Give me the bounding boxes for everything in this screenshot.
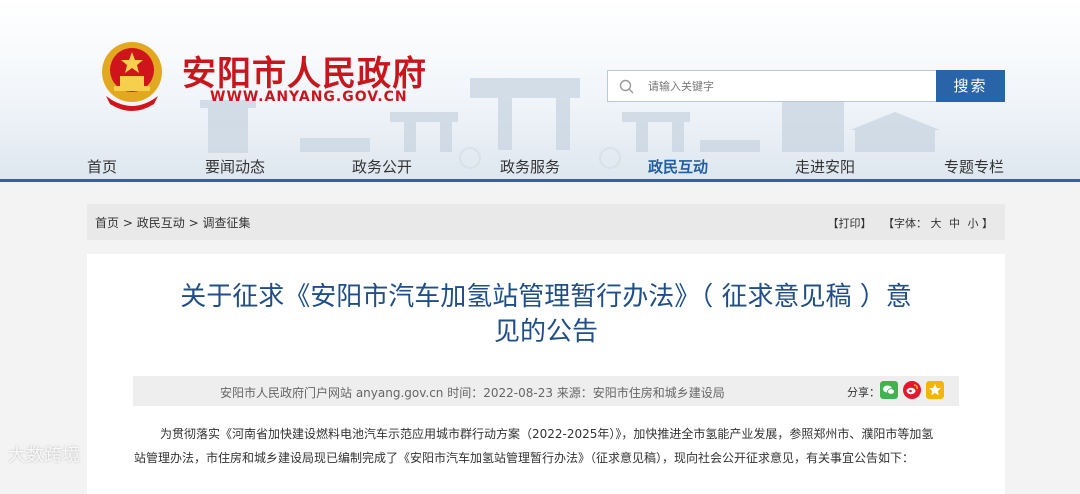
nav-government-services[interactable]: 政务服务 (500, 156, 560, 177)
article-body-line1: 为贯彻落实《河南省加快建设燃料电池汽车示范应用城市群行动方案（2022-2025… (160, 427, 934, 441)
site-url: WWW.ANYANG.GOV.CN (210, 89, 408, 105)
font-size-close: 】 (982, 217, 993, 230)
qzone-icon[interactable] (926, 381, 944, 399)
breadcrumb-public-interaction[interactable]: 政民互动 (137, 214, 185, 231)
print-button[interactable]: 【打印】 (828, 215, 872, 231)
wechat-icon[interactable] (880, 381, 898, 399)
site-title: 安阳市人民政府 (182, 54, 427, 94)
font-medium-button[interactable]: 中 (949, 215, 960, 231)
weibo-icon[interactable] (903, 381, 921, 399)
search-button[interactable]: 搜索 (936, 70, 1005, 102)
nav-public-interaction[interactable]: 政民互动 (648, 156, 708, 177)
font-large-button[interactable]: 大 (931, 215, 942, 231)
article-meta: 安阳市人民政府门户网站 anyang.gov.cn 时间：2022-08-23 … (220, 386, 725, 400)
article-title-line2: 见的公告 (493, 317, 598, 347)
nav-special-topics[interactable]: 专题专栏 (944, 156, 1004, 177)
font-size-label: 【字体： (883, 217, 927, 230)
font-small-button[interactable]: 小 (968, 215, 979, 231)
search-box (607, 70, 937, 102)
breadcrumb-bar: 首页 > 政民互动 > 调查征集 【打印】 【字体： 大 中 小 】 (87, 204, 1005, 240)
page-tools: 【打印】 【字体： 大 中 小 】 (828, 215, 994, 231)
share-label: 分享： (847, 386, 880, 399)
article-meta-bar: 安阳市人民政府门户网站 anyang.gov.cn 时间：2022-08-23 … (133, 376, 959, 406)
watermark: 大数跨境 (8, 445, 80, 466)
nav-underline (0, 179, 1080, 182)
main-nav: 首页 要闻动态 政务公开 政务服务 政民互动 走进安阳 专题专栏 (0, 148, 1080, 182)
search-icon (619, 79, 634, 94)
breadcrumb-home[interactable]: 首页 (95, 214, 119, 231)
breadcrumb-separator: > (122, 216, 133, 230)
breadcrumb: 首页 > 政民互动 > 调查征集 (95, 214, 250, 231)
national-emblem-logo (102, 42, 162, 111)
article-body-line2: 站管理办法，市住房和城乡建设局现已编制完成了《安阳市汽车加氢站管理暂行办法》（征… (134, 451, 915, 465)
nav-news[interactable]: 要闻动态 (205, 156, 265, 177)
article-title: 关于征求《安阳市汽车加氢站管理暂行办法》（ 征求意见稿 ）意 见的公告 (127, 280, 965, 350)
article-title-line1: 关于征求《安阳市汽车加氢站管理暂行办法》（ 征求意见稿 ）意 (180, 282, 912, 312)
nav-home[interactable]: 首页 (87, 156, 117, 177)
search-input[interactable] (648, 71, 928, 101)
nav-government-affairs[interactable]: 政务公开 (352, 156, 412, 177)
article-body: 为贯彻落实《河南省加快建设燃料电池汽车示范应用城市群行动方案（2022-2025… (134, 422, 960, 470)
nav-about-anyang[interactable]: 走进安阳 (795, 156, 855, 177)
breadcrumb-survey[interactable]: 调查征集 (202, 214, 250, 231)
article: 关于征求《安阳市汽车加氢站管理暂行办法》（ 征求意见稿 ）意 见的公告 安阳市人… (87, 254, 1005, 494)
breadcrumb-separator: > (188, 216, 199, 230)
